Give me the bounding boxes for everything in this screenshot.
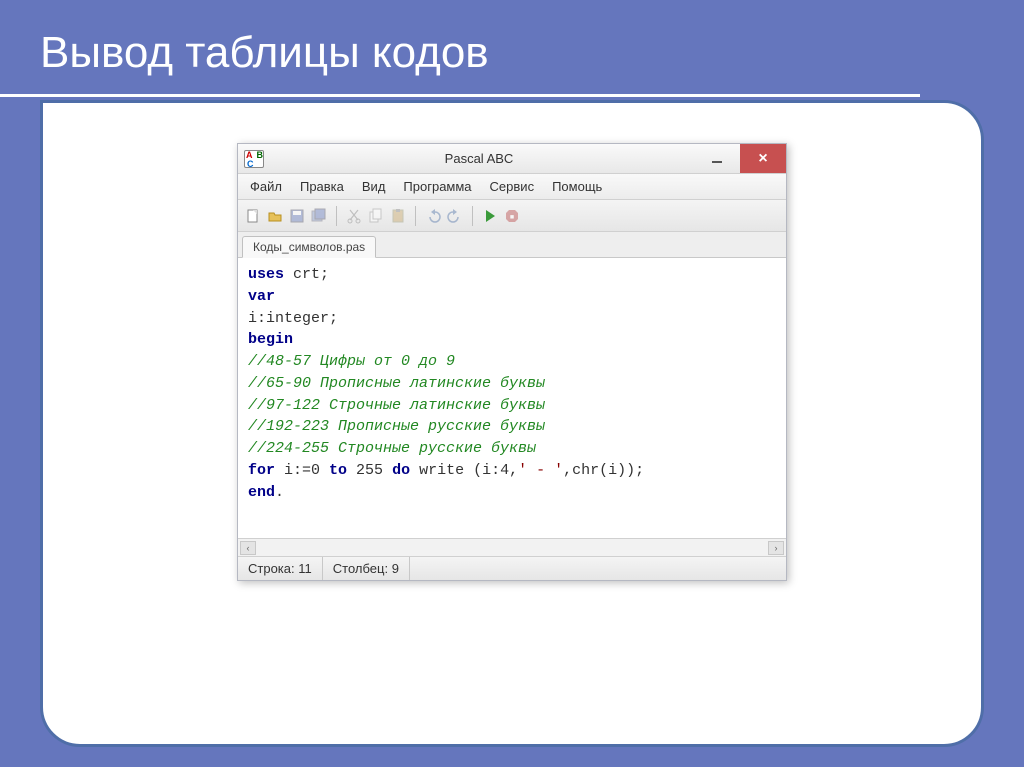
status-line: Строка: 11: [238, 557, 323, 580]
menu-view[interactable]: Вид: [354, 177, 394, 196]
tab-row: Коды_символов.pas: [238, 232, 786, 258]
save-all-icon[interactable]: [310, 207, 328, 225]
stop-icon[interactable]: ■: [503, 207, 521, 225]
run-icon[interactable]: [481, 207, 499, 225]
toolbar: ■: [238, 200, 786, 232]
scroll-left-icon[interactable]: ‹: [240, 541, 256, 555]
title-underline: [0, 94, 920, 97]
titlebar[interactable]: AB C Pascal ABC ×: [238, 144, 786, 174]
menu-file[interactable]: Файл: [242, 177, 290, 196]
minimize-button[interactable]: [694, 144, 740, 173]
undo-icon[interactable]: [424, 207, 442, 225]
menu-help[interactable]: Помощь: [544, 177, 610, 196]
svg-text:■: ■: [510, 214, 514, 221]
window-controls: ×: [694, 144, 786, 173]
statusbar: Строка: 11 Столбец: 9: [238, 556, 786, 580]
scroll-right-icon[interactable]: ›: [768, 541, 784, 555]
save-icon[interactable]: [288, 207, 306, 225]
slide-title: Вывод таблицы кодов: [40, 28, 489, 78]
horizontal-scrollbar[interactable]: ‹ ›: [238, 538, 786, 556]
status-column: Столбец: 9: [323, 557, 410, 580]
file-tab[interactable]: Коды_символов.pas: [242, 236, 376, 258]
new-file-icon[interactable]: [244, 207, 262, 225]
code-editor[interactable]: uses crt; var i:integer; begin //48-57 Ц…: [238, 258, 786, 538]
menu-service[interactable]: Сервис: [482, 177, 543, 196]
menubar: Файл Правка Вид Программа Сервис Помощь: [238, 174, 786, 200]
window-title: Pascal ABC: [264, 151, 694, 166]
menu-program[interactable]: Программа: [395, 177, 479, 196]
close-button[interactable]: ×: [740, 144, 786, 173]
paste-icon[interactable]: [389, 207, 407, 225]
app-icon: AB C: [244, 150, 264, 168]
open-file-icon[interactable]: [266, 207, 284, 225]
toolbar-separator: [336, 206, 337, 226]
toolbar-separator: [415, 206, 416, 226]
cut-icon[interactable]: [345, 207, 363, 225]
slide-body: AB C Pascal ABC × Файл Правка Вид Програ…: [40, 100, 984, 747]
menu-edit[interactable]: Правка: [292, 177, 352, 196]
toolbar-separator: [472, 206, 473, 226]
copy-icon[interactable]: [367, 207, 385, 225]
redo-icon[interactable]: [446, 207, 464, 225]
app-window: AB C Pascal ABC × Файл Правка Вид Програ…: [237, 143, 787, 581]
